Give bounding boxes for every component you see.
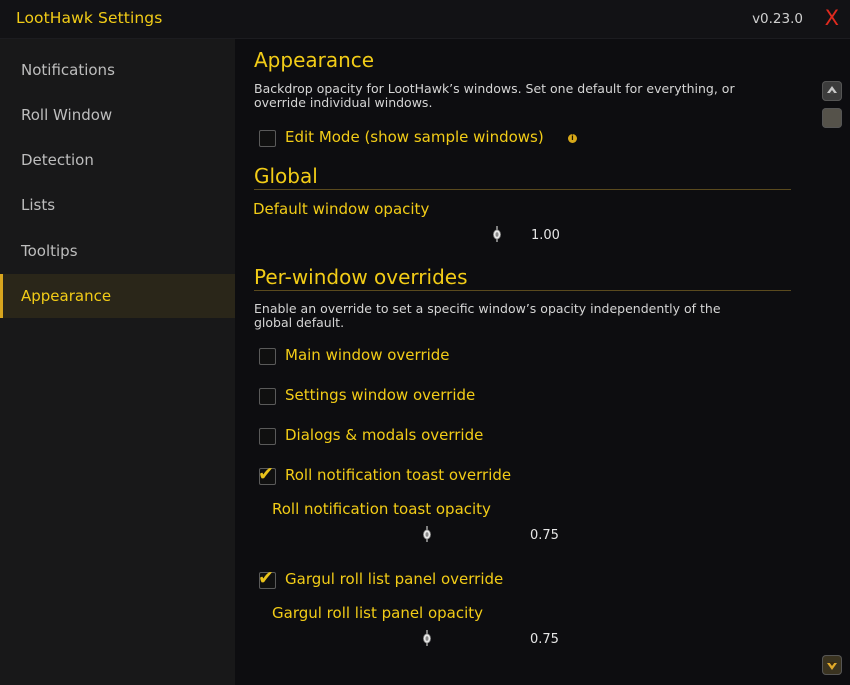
appearance-description-line2: override individual windows. bbox=[254, 95, 433, 110]
main-window-override-label[interactable]: Main window override bbox=[285, 346, 450, 364]
scroll-thumb[interactable] bbox=[822, 108, 842, 128]
sidebar: Notifications Roll Window Detection List… bbox=[0, 39, 235, 685]
global-heading: Global bbox=[254, 164, 318, 188]
checkmark-icon: ✔ bbox=[258, 463, 274, 485]
content-panel: Appearance Backdrop opacity for LootHawk… bbox=[235, 39, 815, 685]
overrides-heading: Per-window overrides bbox=[254, 265, 468, 289]
scroll-down-button[interactable] bbox=[822, 655, 842, 675]
edit-mode-label[interactable]: Edit Mode (show sample windows) bbox=[285, 128, 544, 146]
settings-window: LootHawk Settings v0.23.0 X Notification… bbox=[0, 0, 850, 685]
sidebar-item-notifications[interactable]: Notifications bbox=[0, 48, 235, 92]
arrow-up-icon bbox=[827, 86, 837, 94]
toast-opacity-value: 0.75 bbox=[530, 528, 559, 543]
scroll-up-button[interactable] bbox=[822, 81, 842, 101]
default-opacity-slider-thumb[interactable] bbox=[493, 226, 501, 242]
sidebar-item-roll-window[interactable]: Roll Window bbox=[0, 93, 235, 137]
sidebar-item-detection[interactable]: Detection bbox=[0, 138, 235, 182]
title-bar[interactable]: LootHawk Settings v0.23.0 X bbox=[0, 0, 850, 39]
sidebar-item-tooltips[interactable]: Tooltips bbox=[0, 229, 235, 273]
toast-override-checkbox[interactable]: ✔ bbox=[258, 463, 276, 485]
checkmark-icon: ✔ bbox=[258, 567, 274, 589]
gargul-opacity-value: 0.75 bbox=[530, 632, 559, 647]
settings-window-override-checkbox[interactable] bbox=[259, 388, 276, 405]
default-opacity-value: 1.00 bbox=[531, 228, 560, 243]
sidebar-item-lists[interactable]: Lists bbox=[0, 183, 235, 227]
toast-override-label[interactable]: Roll notification toast override bbox=[285, 466, 511, 484]
appearance-description-line1: Backdrop opacity for LootHawk’s windows.… bbox=[254, 81, 735, 96]
default-opacity-label: Default window opacity bbox=[253, 200, 430, 218]
arrow-down-icon bbox=[827, 662, 837, 670]
version-label: v0.23.0 bbox=[752, 11, 803, 27]
gargul-override-label[interactable]: Gargul roll list panel override bbox=[285, 570, 503, 588]
edit-mode-checkbox[interactable] bbox=[259, 130, 276, 147]
toast-opacity-slider-thumb[interactable] bbox=[423, 526, 431, 542]
dialogs-override-label[interactable]: Dialogs & modals override bbox=[285, 426, 483, 444]
overrides-description: Enable an override to set a specific win… bbox=[254, 302, 794, 330]
appearance-description: Backdrop opacity for LootHawk’s windows.… bbox=[254, 82, 794, 110]
gargul-override-checkbox[interactable]: ✔ bbox=[258, 567, 276, 589]
overrides-description-line2: global default. bbox=[254, 315, 345, 330]
settings-window-override-label[interactable]: Settings window override bbox=[285, 386, 475, 404]
main-window-override-checkbox[interactable] bbox=[259, 348, 276, 365]
dialogs-override-checkbox[interactable] bbox=[259, 428, 276, 445]
sidebar-item-appearance[interactable]: Appearance bbox=[0, 274, 235, 318]
global-divider bbox=[254, 189, 791, 190]
overrides-divider bbox=[254, 290, 791, 291]
gargul-opacity-label: Gargul roll list panel opacity bbox=[272, 604, 484, 622]
info-icon[interactable]: i bbox=[568, 134, 577, 143]
toast-opacity-label: Roll notification toast opacity bbox=[272, 500, 491, 518]
window-title: LootHawk Settings bbox=[16, 9, 163, 27]
close-button[interactable]: X bbox=[825, 5, 839, 31]
gargul-opacity-slider-thumb[interactable] bbox=[423, 630, 431, 646]
page-title: Appearance bbox=[254, 48, 375, 72]
overrides-description-line1: Enable an override to set a specific win… bbox=[254, 301, 721, 316]
